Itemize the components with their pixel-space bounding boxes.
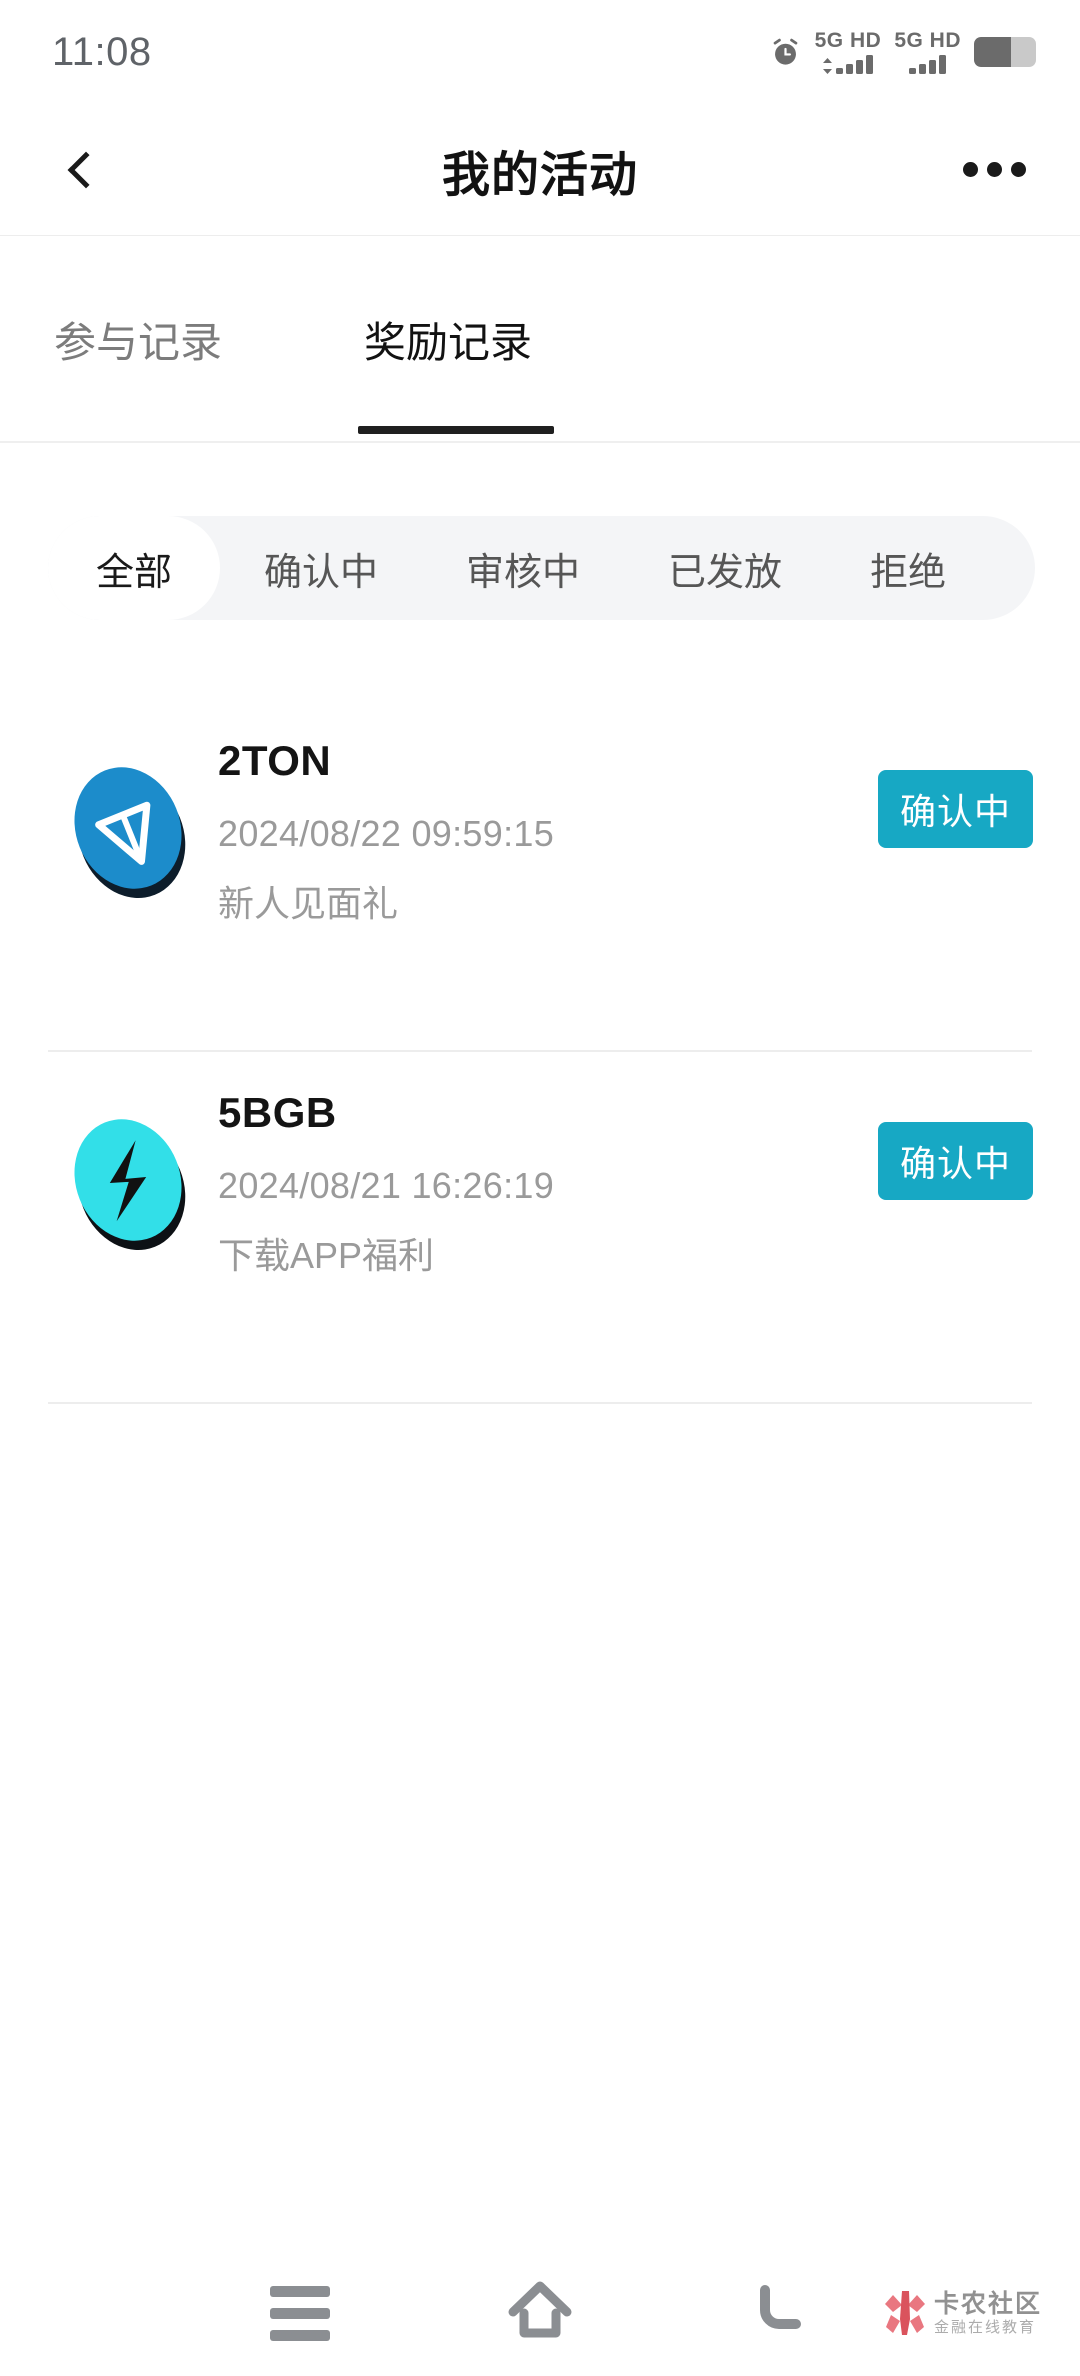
reward-timestamp: 2024/08/21 16:26:19 <box>218 1165 555 1206</box>
back-nav-button[interactable] <box>725 2268 835 2358</box>
filter-chip-rejected[interactable]: 拒绝 <box>826 516 990 620</box>
alarm-clock-icon <box>769 36 802 69</box>
community-watermark: 卡农社区 金融在线教育 <box>883 2289 1042 2337</box>
ton-coin-icon <box>58 758 198 898</box>
back-button[interactable] <box>44 132 120 208</box>
reward-timestamp: 2024/08/22 09:59:15 <box>218 813 555 854</box>
reward-info: 2TON 2024/08/22 09:59:15 新人见面礼 <box>218 740 554 922</box>
reward-description: 新人见面礼 <box>218 883 399 924</box>
status-bar: 11:08 5G HD 5G HD <box>0 0 1080 104</box>
more-dot <box>962 162 978 177</box>
status-badge: 确认中 <box>877 1122 1033 1200</box>
recents-button[interactable] <box>245 2268 355 2358</box>
status-time: 11:08 <box>52 29 152 74</box>
sim2-network-label: 5G HD <box>894 29 961 52</box>
sim2-signal: 5G HD <box>894 30 961 74</box>
tab-reward-records[interactable]: 奖励记录 <box>358 236 538 443</box>
recents-menu-icon <box>270 2285 330 2341</box>
phone-screen: 11:08 5G HD 5G HD 我的活动 参与记录 奖励记录 全部 确认中 … <box>0 0 1080 2376</box>
filter-chip-all[interactable]: 全部 <box>48 516 221 620</box>
watermark-logo-icon <box>883 2289 927 2337</box>
sim1-signal: 5G HD <box>815 30 882 74</box>
battery-icon <box>974 37 1036 67</box>
tab-bar: 参与记录 奖励记录 <box>0 236 1080 443</box>
sim1-network-label: 5G HD <box>814 29 882 52</box>
system-navigation-bar: 卡农社区 金融在线教育 <box>0 2250 1080 2376</box>
bgb-coin-icon <box>58 1110 198 1250</box>
list-item[interactable]: 2TON 2024/08/22 09:59:15 新人见面礼 确认中 <box>0 700 1080 1052</box>
active-tab-indicator <box>358 426 554 434</box>
reward-info: 5BGB 2024/08/21 16:26:19 下载APP福利 <box>218 1092 554 1274</box>
tab-participation-records[interactable]: 参与记录 <box>48 236 228 443</box>
more-options-button[interactable] <box>954 135 1034 205</box>
filter-chip-reviewing[interactable]: 审核中 <box>422 516 624 620</box>
chevron-left-icon <box>67 151 105 188</box>
reward-amount: 2TON <box>218 737 332 784</box>
home-button[interactable] <box>485 2268 595 2358</box>
list-item[interactable]: 5BGB 2024/08/21 16:26:19 下载APP福利 确认中 <box>0 1052 1080 1404</box>
page-title: 我的活动 <box>441 148 638 202</box>
status-icons: 5G HD 5G HD <box>769 30 1036 74</box>
reward-amount: 5BGB <box>218 1089 337 1136</box>
status-filter-bar: 全部 确认中 审核中 已发放 拒绝 <box>48 516 1035 620</box>
reward-description: 下载APP福利 <box>218 1235 435 1276</box>
sim1-signal-bars-icon <box>835 55 873 74</box>
back-arrow-icon <box>749 2280 811 2347</box>
watermark-title: 卡农社区 <box>933 2289 1042 2318</box>
app-header: 我的活动 <box>0 104 1080 236</box>
sim2-signal-bars-icon <box>909 55 947 74</box>
status-badge: 确认中 <box>877 770 1033 848</box>
more-dot <box>1010 162 1026 177</box>
more-dot <box>986 162 1002 177</box>
home-icon <box>507 2280 573 2347</box>
reward-list: 2TON 2024/08/22 09:59:15 新人见面礼 确认中 5BGB <box>0 700 1080 1404</box>
filter-chip-confirming[interactable]: 确认中 <box>220 516 422 620</box>
data-transfer-arrows-icon <box>822 58 832 74</box>
filter-chip-issued[interactable]: 已发放 <box>624 516 826 620</box>
watermark-subtitle: 金融在线教育 <box>933 2318 1036 2336</box>
list-divider <box>48 1402 1032 1404</box>
